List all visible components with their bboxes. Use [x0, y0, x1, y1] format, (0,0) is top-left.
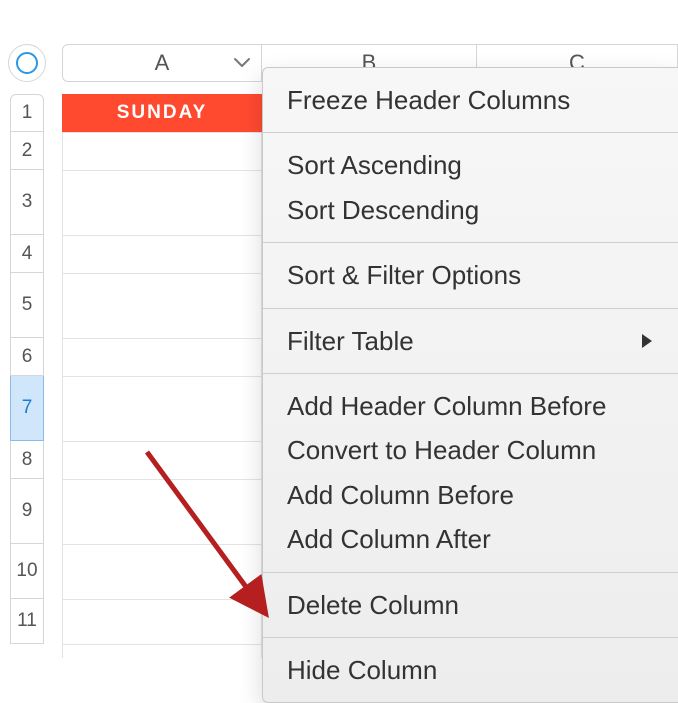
column-header-a[interactable]: A [62, 44, 262, 82]
menu-item[interactable]: Add Column After [263, 517, 678, 571]
day-header-sunday: SUNDAY [62, 94, 262, 132]
menu-item-label: Sort & Filter Options [287, 257, 521, 293]
menu-item[interactable]: Hide Column [263, 638, 678, 702]
row-header[interactable]: 3 [10, 170, 44, 235]
row-header-label: 8 [22, 449, 33, 471]
column-header-label: A [155, 50, 170, 76]
row-header[interactable]: 9 [10, 479, 44, 544]
row-header-label: 5 [22, 294, 33, 316]
menu-item[interactable]: Sort & Filter Options [263, 243, 678, 307]
menu-item[interactable]: Add Header Column Before [263, 374, 678, 428]
row-header[interactable]: 8 [10, 441, 44, 479]
chevron-down-icon[interactable] [233, 57, 251, 69]
row-header[interactable]: 4 [10, 235, 44, 273]
row-header[interactable]: 10 [10, 544, 44, 599]
menu-item[interactable]: Convert to Header Column [263, 428, 678, 472]
menu-item-label: Freeze Header Columns [287, 82, 570, 118]
row-header-label: 3 [22, 191, 33, 213]
menu-group: Delete Column [263, 572, 678, 637]
row-header-label: 10 [16, 560, 37, 582]
menu-item-label: Add Column Before [287, 477, 514, 513]
row-header[interactable]: 1 [10, 94, 44, 132]
menu-group: Hide Column [263, 637, 678, 702]
menu-item[interactable]: Freeze Header Columns [263, 68, 678, 132]
row-header-label: 4 [22, 243, 33, 265]
menu-item-label: Convert to Header Column [287, 432, 596, 468]
grid-left-border [62, 94, 63, 658]
circle-icon [16, 52, 38, 74]
row-header-label: 7 [22, 397, 33, 419]
menu-group: Freeze Header Columns [263, 68, 678, 132]
menu-item-label: Sort Descending [287, 192, 479, 228]
menu-group: Sort Ascending Sort Descending [263, 132, 678, 242]
menu-item-label: Delete Column [287, 587, 459, 623]
menu-item[interactable]: Delete Column [263, 573, 678, 637]
row-header-label: 6 [22, 346, 33, 368]
menu-item-label: Filter Table [287, 323, 414, 359]
row-header-label: 1 [22, 102, 33, 124]
banner-label: SUNDAY [117, 102, 208, 124]
menu-item-label: Hide Column [287, 652, 437, 688]
menu-item[interactable]: Filter Table [263, 309, 678, 373]
row-header-label: 2 [22, 140, 33, 162]
row-header[interactable]: 2 [10, 132, 44, 170]
menu-group: Add Header Column Before Convert to Heade… [263, 373, 678, 572]
row-header-label: 9 [22, 500, 33, 522]
row-headers: 1 2 3 4 5 6 7 8 9 10 11 [10, 94, 44, 644]
row-header[interactable]: 6 [10, 338, 44, 376]
menu-item-label: Add Column After [287, 521, 491, 557]
row-header-label: 11 [17, 610, 37, 632]
menu-item[interactable]: Sort Descending [263, 188, 678, 242]
table-corner-handle[interactable] [8, 44, 46, 82]
menu-item[interactable]: Add Column Before [263, 473, 678, 517]
menu-item-label: Add Header Column Before [287, 388, 606, 424]
row-header[interactable]: 5 [10, 273, 44, 338]
column-context-menu: Freeze Header ColumnsSort AscendingSort … [262, 67, 678, 703]
menu-group: Sort & Filter Options [263, 242, 678, 307]
submenu-arrow-icon [640, 332, 654, 350]
menu-item-label: Sort Ascending [287, 147, 462, 183]
menu-group: Filter Table [263, 308, 678, 373]
row-header[interactable]: 7 [10, 376, 44, 441]
menu-item[interactable]: Sort Ascending [263, 133, 678, 187]
row-header[interactable]: 11 [10, 599, 44, 644]
